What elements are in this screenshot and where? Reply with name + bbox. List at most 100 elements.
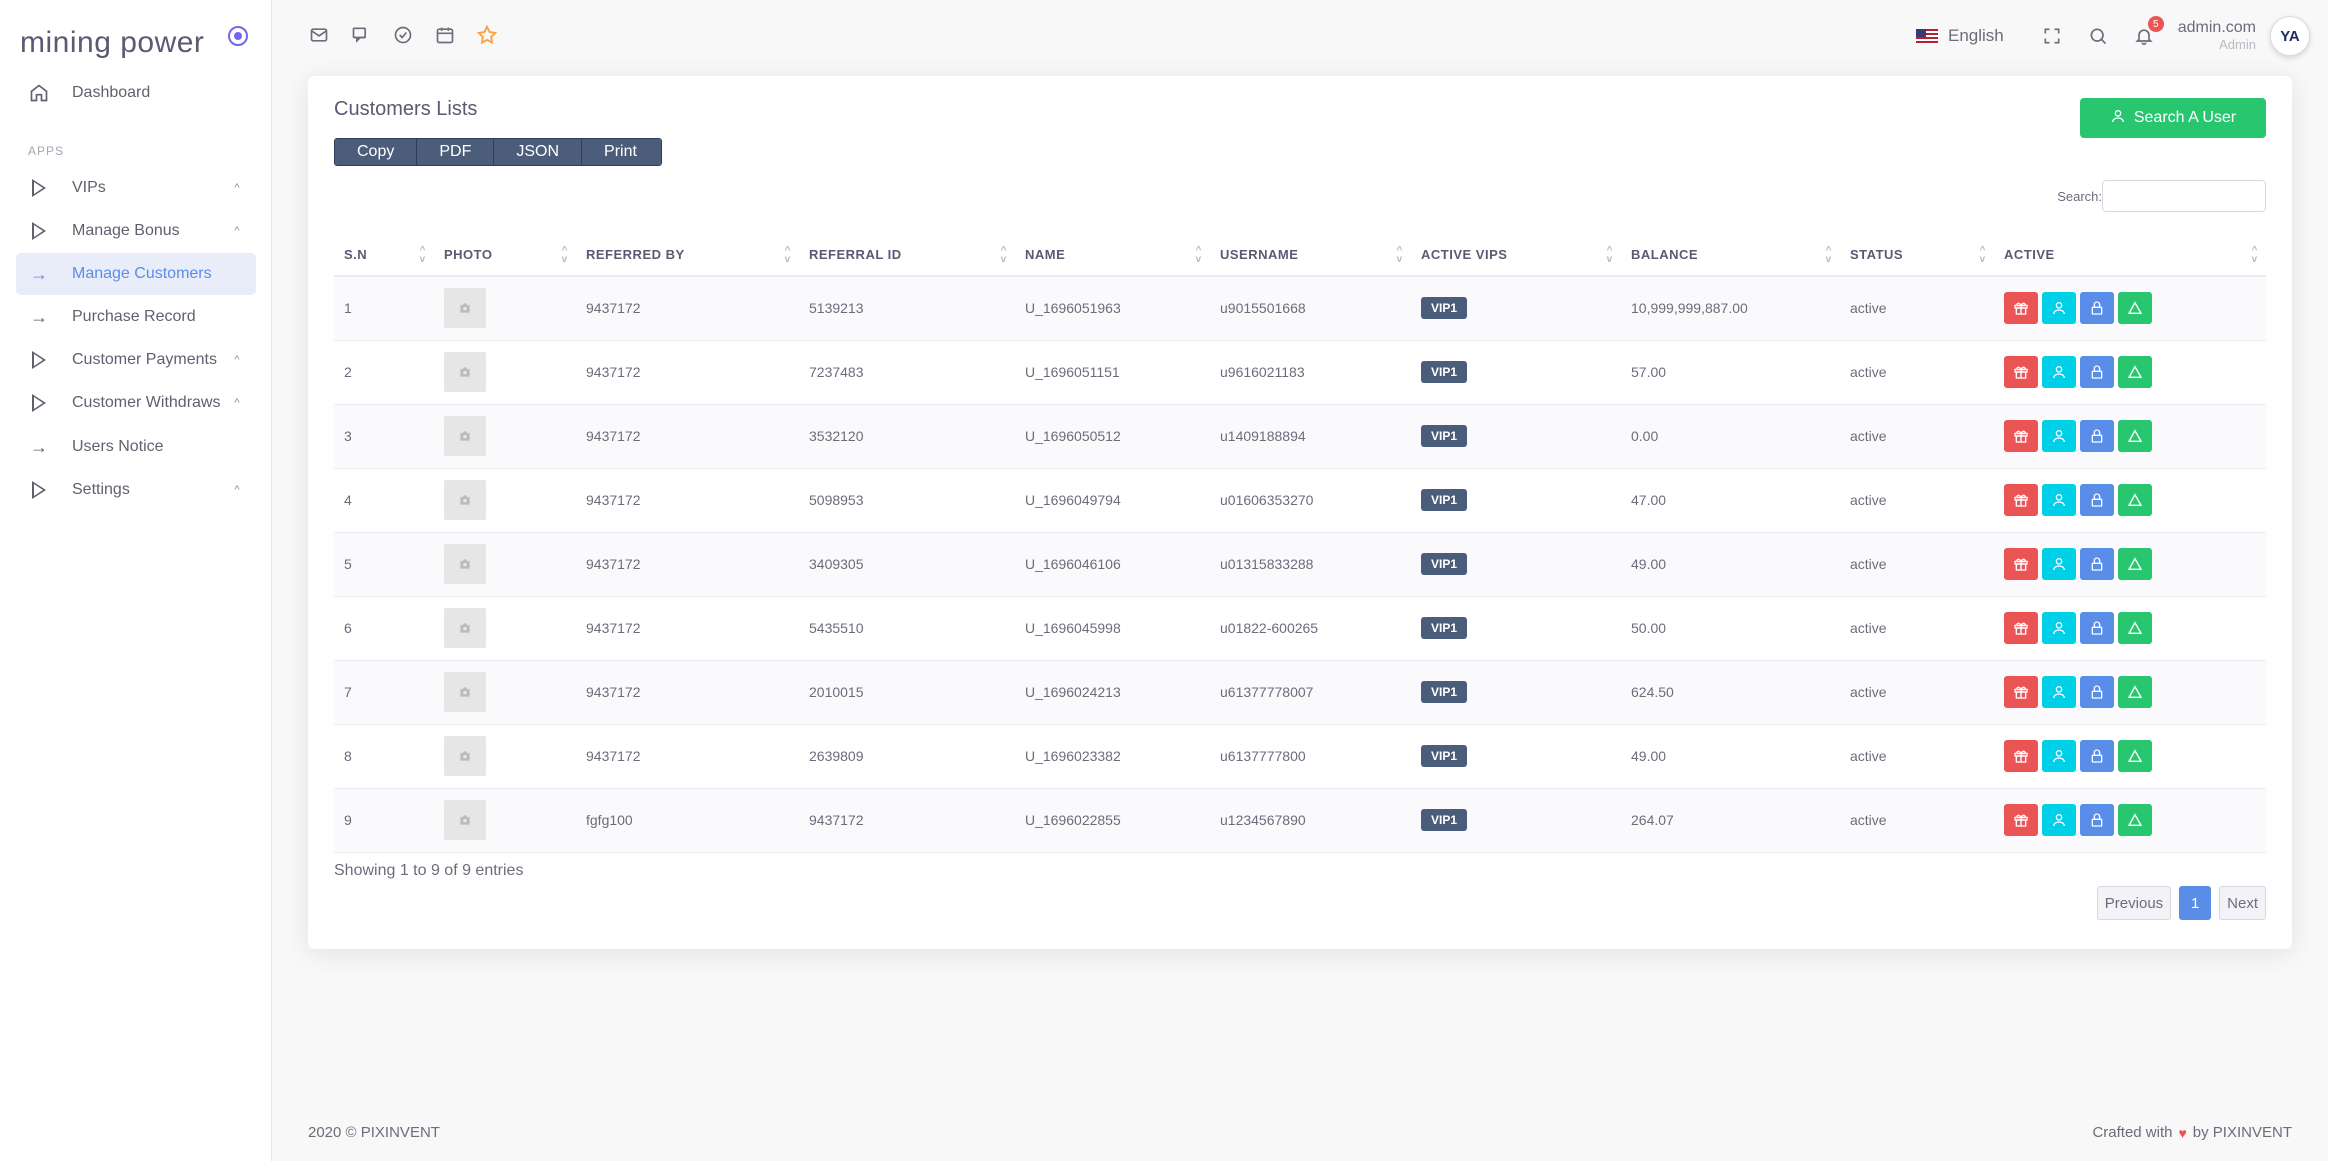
column-header-username[interactable]: USERNAME ^ v xyxy=(1210,234,1411,277)
user-icon[interactable] xyxy=(2042,676,2076,708)
vip-badge: VIP1 xyxy=(1421,745,1468,767)
sort-icon: ^ v xyxy=(561,245,568,265)
lock-icon[interactable] xyxy=(2080,804,2114,836)
next-page-button[interactable]: Next xyxy=(2219,886,2266,920)
avatar[interactable]: YA xyxy=(2270,16,2310,56)
triangle-icon[interactable] xyxy=(2118,548,2152,580)
column-header-photo[interactable]: PHOTO ^ v xyxy=(434,234,576,277)
pdf-button[interactable]: PDF xyxy=(417,139,495,165)
lock-icon[interactable] xyxy=(2080,612,2114,644)
language-selector[interactable]: English xyxy=(1915,26,2004,46)
triangle-icon[interactable] xyxy=(2118,740,2152,772)
search-input[interactable] xyxy=(2102,180,2266,212)
sort-icon: ^ v xyxy=(1606,245,1613,265)
triangle-icon[interactable] xyxy=(2118,356,2152,388)
page-1-button[interactable]: 1 xyxy=(2179,886,2212,920)
cell-active-vips: VIP1 xyxy=(1411,596,1621,661)
column-header-balance[interactable]: BALANCE ^ v xyxy=(1621,234,1840,277)
column-header-sn[interactable]: S.N ^ v xyxy=(334,234,434,277)
calendar-icon[interactable] xyxy=(434,24,456,46)
user-icon[interactable] xyxy=(2042,484,2076,516)
chevron-up-icon: ^ xyxy=(234,182,240,194)
cell-status: active xyxy=(1840,404,1994,469)
triangle-icon[interactable] xyxy=(2118,292,2152,325)
mail-icon[interactable] xyxy=(308,24,330,46)
cell-active-vips: VIP1 xyxy=(1411,404,1621,469)
user-icon[interactable] xyxy=(2042,612,2076,644)
gift-icon[interactable] xyxy=(2004,292,2038,325)
user-icon[interactable] xyxy=(2042,548,2076,580)
bell-icon[interactable]: 5 xyxy=(2132,16,2164,48)
user-icon[interactable] xyxy=(2042,420,2076,452)
gift-icon[interactable] xyxy=(2004,356,2038,388)
check-circle-icon[interactable] xyxy=(392,24,414,46)
cell-actions xyxy=(1994,724,2266,789)
lock-icon[interactable] xyxy=(2080,484,2114,516)
gift-icon[interactable] xyxy=(2004,420,2038,452)
fullscreen-icon[interactable] xyxy=(2040,24,2064,48)
brand-logo[interactable]: mining power xyxy=(20,26,204,60)
sidebar-item-users-notice[interactable]: → Users Notice xyxy=(16,426,256,468)
sidebar-item-settings[interactable]: Settings ^ xyxy=(16,469,256,511)
column-header-referral-id[interactable]: REFERRAL ID ^ v xyxy=(799,234,1015,277)
sidebar-item-dashboard[interactable]: Dashboard xyxy=(16,72,256,114)
print-button[interactable]: Print xyxy=(582,139,661,165)
vip-badge: VIP1 xyxy=(1421,809,1468,831)
cell-sn: 8 xyxy=(334,724,434,789)
star-icon[interactable] xyxy=(476,24,498,46)
user-icon[interactable] xyxy=(2042,356,2076,388)
triangle-icon[interactable] xyxy=(2118,420,2152,452)
sidebar-item-customer-withdraws[interactable]: Customer Withdraws ^ xyxy=(16,382,256,424)
search-user-button[interactable]: Search A User xyxy=(2080,98,2266,138)
vip-badge: VIP1 xyxy=(1421,681,1468,703)
cell-username: u9015501668 xyxy=(1210,276,1411,341)
user-icon[interactable] xyxy=(2042,740,2076,772)
column-header-name[interactable]: NAME ^ v xyxy=(1015,234,1210,277)
lock-icon[interactable] xyxy=(2080,740,2114,772)
json-button[interactable]: JSON xyxy=(494,139,583,165)
user-info[interactable]: admin.com Admin xyxy=(2178,19,2256,52)
triangle-icon[interactable] xyxy=(2118,484,2152,516)
cell-photo xyxy=(434,340,576,405)
gift-icon[interactable] xyxy=(2004,740,2038,772)
sidebar-item-customer-payments[interactable]: Customer Payments ^ xyxy=(16,339,256,381)
cell-username: u01822-600265 xyxy=(1210,596,1411,661)
sidebar-toggle-icon[interactable] xyxy=(228,26,248,46)
play-icon xyxy=(28,479,50,501)
column-header-status[interactable]: STATUS ^ v xyxy=(1840,234,1994,277)
chat-icon[interactable] xyxy=(350,24,372,46)
search-icon[interactable] xyxy=(2086,24,2110,48)
lock-icon[interactable] xyxy=(2080,420,2114,452)
gift-icon[interactable] xyxy=(2004,612,2038,644)
previous-page-button[interactable]: Previous xyxy=(2096,886,2172,920)
table-row: 3 9437172 3532120 U_1696050512 u1409188894 VI… xyxy=(334,404,2266,469)
column-header-active[interactable]: ACTIVE ^ v xyxy=(1994,234,2266,277)
triangle-icon[interactable] xyxy=(2118,804,2152,836)
lock-icon[interactable] xyxy=(2080,676,2114,708)
triangle-icon[interactable] xyxy=(2118,612,2152,644)
column-header-active-vips[interactable]: ACTIVE VIPS ^ v xyxy=(1411,234,1621,277)
gift-icon[interactable] xyxy=(2004,804,2038,836)
gift-icon[interactable] xyxy=(2004,548,2038,580)
copy-button[interactable]: Copy xyxy=(335,139,418,165)
page-title: Customers Lists xyxy=(334,98,478,120)
cell-referral-id: 5139213 xyxy=(799,276,1015,341)
sort-icon: ^ v xyxy=(784,245,791,265)
lock-icon[interactable] xyxy=(2080,356,2114,388)
sidebar-item-manage-customers[interactable]: → Manage Customers xyxy=(16,253,256,295)
user-icon[interactable] xyxy=(2042,804,2076,836)
table-row: 2 9437172 7237483 U_1696051151 u9616021183 VI… xyxy=(334,340,2266,405)
vip-badge: VIP1 xyxy=(1421,297,1468,320)
lock-icon[interactable] xyxy=(2080,548,2114,580)
cell-actions xyxy=(1994,788,2266,853)
user-icon[interactable] xyxy=(2042,292,2076,325)
gift-icon[interactable] xyxy=(2004,484,2038,516)
sidebar-item-purchase-record[interactable]: → Purchase Record xyxy=(16,296,256,338)
lock-icon[interactable] xyxy=(2080,292,2114,325)
gift-icon[interactable] xyxy=(2004,676,2038,708)
sidebar-item-vips[interactable]: VIPs ^ xyxy=(16,167,256,209)
sidebar-item-manage-bonus[interactable]: Manage Bonus ^ xyxy=(16,210,256,252)
triangle-icon[interactable] xyxy=(2118,676,2152,708)
sidebar-item-label: Users Notice xyxy=(72,438,164,455)
column-header-referred-by[interactable]: REFERRED BY ^ v xyxy=(576,234,799,277)
